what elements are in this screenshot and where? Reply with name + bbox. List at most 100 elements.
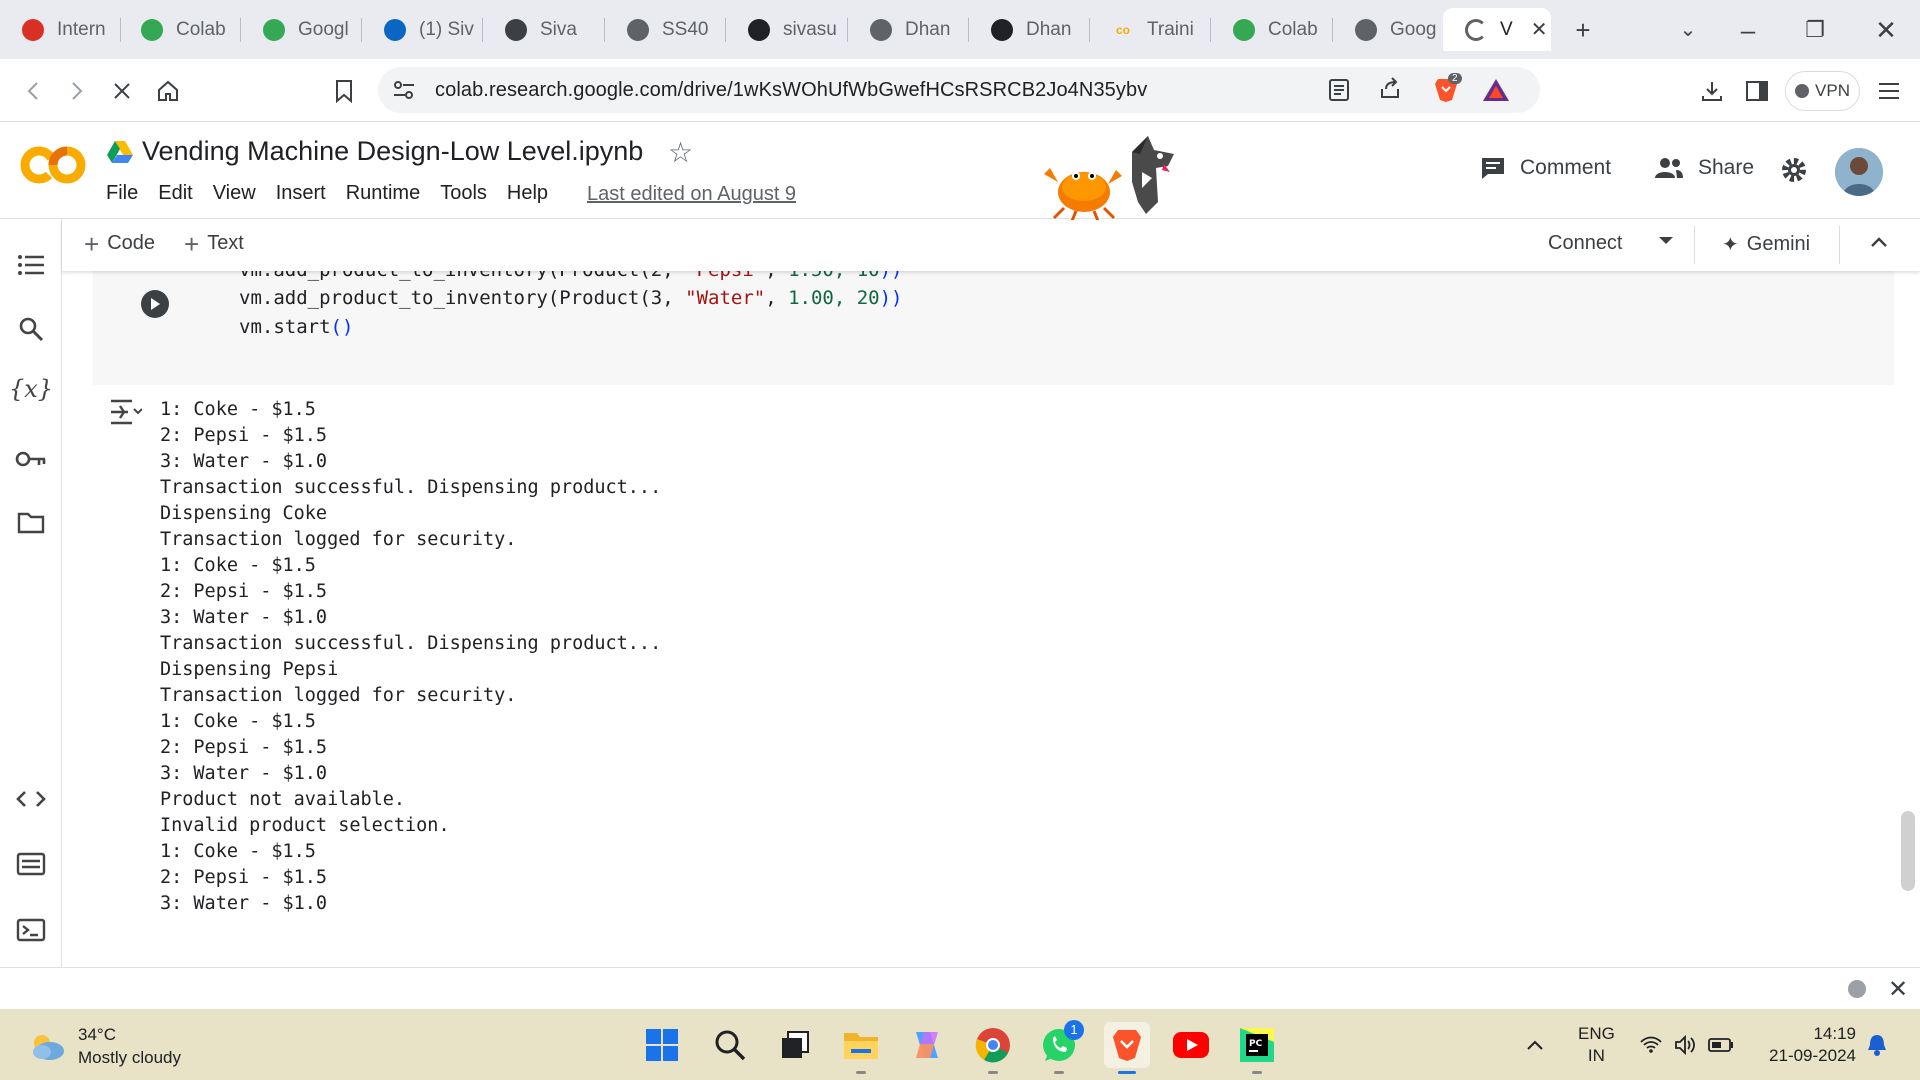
menu-insert[interactable]: Insert: [276, 182, 326, 205]
user-avatar[interactable]: [1835, 148, 1883, 196]
home-icon[interactable]: [152, 75, 184, 107]
task-view-icon[interactable]: [774, 1024, 816, 1066]
star-icon[interactable]: ☆: [668, 136, 693, 169]
downloads-icon[interactable]: [1696, 75, 1728, 107]
files-folder-icon[interactable]: [13, 505, 49, 541]
pycharm-icon[interactable]: PC: [1236, 1024, 1278, 1074]
minimize-button[interactable]: –: [1730, 12, 1766, 48]
command-palette-icon[interactable]: [13, 846, 49, 882]
bookmark-icon[interactable]: [328, 75, 360, 107]
sidebar-toggle-icon[interactable]: [1741, 75, 1773, 107]
comment-button[interactable]: Comment: [1480, 156, 1611, 180]
code-cell[interactable]: vm.add_product_to_inventory(Product(2, "…: [93, 271, 1894, 385]
menu-view[interactable]: View: [213, 182, 256, 205]
address-bar[interactable]: colab.research.google.com/drive/1wKsWOhU…: [378, 67, 1540, 113]
url-text[interactable]: colab.research.google.com/drive/1wKsWOhU…: [435, 79, 1147, 102]
add-text-cell-button[interactable]: + Text: [184, 231, 244, 257]
restore-button[interactable]: ❐: [1797, 12, 1833, 48]
browser-tab[interactable]: co Traini: [1090, 8, 1211, 51]
share-page-icon[interactable]: [1378, 77, 1402, 106]
browser-tab[interactable]: Intern: [0, 8, 121, 51]
site-settings-icon[interactable]: [392, 79, 416, 106]
share-button[interactable]: Share: [1654, 156, 1754, 180]
browser-tab[interactable]: Colab: [1211, 8, 1333, 51]
menu-tools[interactable]: Tools: [440, 182, 487, 205]
code-line[interactable]: vm.add_product_to_inventory(Product(3, "…: [239, 287, 903, 309]
settings-gear-icon[interactable]: [1780, 156, 1808, 189]
code-line[interactable]: vm.add_product_to_inventory(Product(2, "…: [239, 271, 903, 281]
reader-mode-icon[interactable]: [1328, 78, 1350, 107]
show-hidden-icons-chevron-icon[interactable]: [1526, 1009, 1544, 1080]
last-edited-link[interactable]: Last edited on August 9: [587, 183, 796, 206]
output-line: 2: Pepsi - $1.5: [160, 425, 328, 446]
browser-tab[interactable]: Colab: [119, 8, 241, 51]
collapse-header-chevron-up-icon[interactable]: [1870, 236, 1888, 248]
youtube-icon[interactable]: [1170, 1024, 1212, 1066]
variables-icon[interactable]: {x}: [9, 371, 53, 407]
code-snippets-icon[interactable]: [13, 781, 49, 817]
close-window-button[interactable]: ✕: [1868, 12, 1904, 48]
file-explorer-icon[interactable]: [840, 1024, 882, 1074]
chrome-icon[interactable]: [972, 1024, 1014, 1074]
browser-tab[interactable]: V ✕: [1443, 8, 1551, 51]
hamburger-menu-icon[interactable]: [1873, 75, 1905, 107]
connect-dropdown-chevron-icon[interactable]: [1658, 236, 1674, 246]
vpn-status-icon: [1795, 84, 1810, 98]
browser-tab[interactable]: Siva: [483, 8, 605, 51]
browser-tab[interactable]: SS40: [605, 8, 726, 51]
globe-icon: [870, 18, 892, 41]
notification-bell-icon[interactable]: [1866, 1009, 1888, 1080]
clock[interactable]: 14:19 21-09-2024: [1760, 1009, 1856, 1080]
browser-tab-label: Traini: [1147, 18, 1194, 40]
output-line: 3: Water - $1.0: [160, 451, 328, 472]
browser-tab[interactable]: Dhan: [969, 8, 1090, 51]
stop-loading-icon[interactable]: [106, 75, 138, 107]
brave-rewards-icon[interactable]: [1482, 77, 1510, 108]
connect-button[interactable]: Connect: [1548, 232, 1623, 255]
menu-runtime[interactable]: Runtime: [346, 182, 420, 205]
comment-icon: [1482, 158, 1504, 179]
notebook-title[interactable]: Vending Machine Design-Low Level.ipynb: [142, 136, 643, 167]
tab-search-chevron-icon[interactable]: ⌄: [1670, 12, 1706, 48]
secrets-key-icon[interactable]: [13, 441, 49, 477]
windows-start-icon[interactable]: [641, 1024, 683, 1066]
output-actions-icon[interactable]: [108, 397, 143, 432]
browser-tab[interactable]: Goog: [1333, 8, 1443, 51]
add-code-label: Code: [107, 232, 155, 254]
browser-tab[interactable]: sivasu: [726, 8, 848, 51]
svg-text:PC: PC: [1249, 1039, 1263, 1049]
vpn-button[interactable]: VPN: [1785, 71, 1860, 111]
scrollbar-thumb[interactable]: [1901, 811, 1915, 891]
output-line: Transaction successful. Dispensing produ…: [160, 633, 662, 654]
running-indicator: [1054, 1071, 1064, 1074]
language-code: ENG: [1578, 1023, 1615, 1043]
close-status-icon[interactable]: ✕: [1888, 975, 1908, 1004]
forward-arrow-icon[interactable]: [60, 75, 92, 107]
browser-tab[interactable]: Googl: [241, 8, 362, 51]
terminal-icon[interactable]: [13, 912, 49, 948]
search-icon[interactable]: [13, 311, 49, 347]
browser-tab[interactable]: Dhan: [848, 8, 969, 51]
weather-widget[interactable]: 34°C Mostly cloudy: [28, 1023, 181, 1069]
run-cell-button[interactable]: [141, 290, 169, 318]
copilot-icon[interactable]: [906, 1024, 948, 1066]
search-icon[interactable]: [709, 1024, 751, 1066]
notebook-toolbar: + Code + Text Connect ✦ Gemini: [62, 220, 1920, 271]
browser-tab[interactable]: (1) Siv: [362, 8, 483, 51]
input-language-indicator[interactable]: ENG IN: [1578, 1009, 1615, 1080]
menu-help[interactable]: Help: [507, 182, 548, 205]
close-tab-icon[interactable]: ✕: [1531, 17, 1548, 42]
whatsapp-icon[interactable]: 1: [1038, 1020, 1084, 1074]
new-tab-button[interactable]: +: [1565, 12, 1601, 48]
add-code-cell-button[interactable]: + Code: [84, 231, 155, 257]
table-of-contents-icon[interactable]: [13, 247, 49, 283]
gemini-button[interactable]: ✦ Gemini: [1722, 232, 1810, 257]
code-line[interactable]: vm.start(): [239, 316, 353, 338]
quick-settings-button[interactable]: [1640, 1009, 1734, 1080]
colab-logo-icon[interactable]: [20, 144, 86, 186]
menu-file[interactable]: File: [106, 182, 138, 205]
brave-shields-icon[interactable]: 2: [1432, 73, 1462, 108]
brave-icon[interactable]: [1104, 1022, 1150, 1074]
back-arrow-icon[interactable]: [18, 75, 50, 107]
menu-edit[interactable]: Edit: [158, 182, 192, 205]
